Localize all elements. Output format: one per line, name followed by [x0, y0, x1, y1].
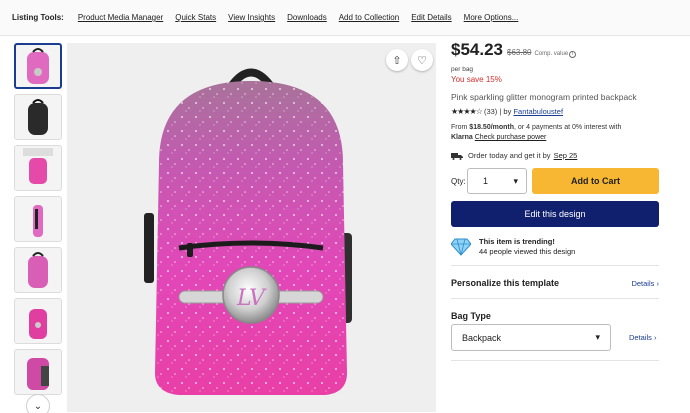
chevron-right-icon: › [654, 333, 657, 342]
price: $54.23 [451, 40, 503, 59]
compare-price: $63.80 [507, 48, 532, 57]
qty-label: Qty: [451, 176, 466, 186]
klarna-logo: Klarna [451, 134, 473, 141]
financing-info: From $18.50/month, or 4 payments at 0% i… [451, 124, 622, 141]
personalize-title: Personalize this template [451, 278, 560, 288]
personalize-details-link[interactable]: Details › [631, 279, 659, 288]
monthly-amount: $18.50/month [469, 124, 515, 131]
thumbnail-side[interactable] [14, 196, 62, 242]
seller-link[interactable]: Fantabuloustef [513, 107, 563, 116]
product-media-manager-link[interactable]: Product Media Manager [78, 13, 163, 22]
bag-type-select[interactable]: Backpack ▾ [451, 324, 611, 351]
caret-down-icon: ▾ [595, 332, 600, 342]
more-options-link[interactable]: More Options... [464, 13, 519, 22]
thumbnail-angle[interactable] [14, 247, 62, 293]
thumbnail-front[interactable] [14, 43, 62, 89]
thumbnail-lifestyle-1[interactable] [14, 145, 62, 191]
product-info-panel: $54.23 $63.80 Comp. value i per bag You s… [451, 40, 659, 361]
delivery-estimate: Order today and get it by Sep 25 [451, 151, 659, 160]
savings-label: You save 15% [451, 75, 502, 84]
trending-title: This item is trending! [479, 237, 555, 246]
bag-type-header: Bag Type [451, 311, 659, 321]
edit-details-link[interactable]: Edit Details [411, 13, 451, 22]
quick-stats-link[interactable]: Quick Stats [175, 13, 216, 22]
trending-notice: This item is trending! 44 people viewed … [451, 237, 575, 257]
quantity-row: Qty: 1 ▾ Add to Cart [451, 168, 659, 194]
by-prefix: | by [499, 107, 512, 116]
favorite-button[interactable]: ♡ [411, 49, 433, 71]
chevron-right-icon: › [656, 278, 660, 288]
thumbnail-lifestyle-2[interactable] [14, 298, 62, 344]
backpack-image: LV [144, 68, 352, 395]
monogram-text: LV [236, 286, 267, 311]
divider [451, 298, 659, 299]
divider [451, 360, 659, 361]
trending-subtitle: 44 people viewed this design [479, 247, 576, 256]
check-purchase-power-link[interactable]: Check purchase power [475, 134, 547, 141]
rating-row: ★★★★☆ (33) | by Fantabuloustef [451, 107, 659, 116]
thumbnail-lifestyle-3[interactable] [14, 349, 62, 395]
view-insights-link[interactable]: View Insights [228, 13, 275, 22]
share-icon: ⇧ [392, 54, 402, 67]
info-icon[interactable]: i [569, 51, 577, 58]
bag-type-title: Bag Type [451, 311, 491, 321]
share-button[interactable]: ⇧ [386, 49, 408, 71]
product-title: Pink sparkling glitter monogram printed … [451, 92, 637, 102]
thumbnail-strip [14, 43, 62, 400]
listing-tools-bar: Listing Tools: Product Media Manager Qui… [0, 0, 690, 36]
thumbnails-scroll-down-button[interactable]: ⌄ [26, 394, 50, 413]
delivery-date-link[interactable]: Sep 25 [554, 151, 578, 160]
edit-design-button[interactable]: Edit this design [451, 201, 659, 227]
main-product-image: LV ⇧ ♡ [67, 43, 436, 412]
add-to-cart-button[interactable]: Add to Cart [532, 168, 659, 194]
diamond-icon [451, 238, 471, 256]
truck-icon [451, 152, 463, 160]
add-to-collection-link[interactable]: Add to Collection [339, 13, 399, 22]
personalize-row[interactable]: Personalize this template Details › [451, 278, 659, 288]
review-count[interactable]: (33) [484, 107, 497, 116]
thumbnail-back[interactable] [14, 94, 62, 140]
downloads-link[interactable]: Downloads [287, 13, 327, 22]
chevron-down-icon: ⌄ [33, 400, 43, 412]
per-unit-label: per bag [451, 66, 474, 73]
divider [451, 265, 659, 266]
bag-type-details-link[interactable]: Details › [629, 333, 657, 342]
listing-tools-label: Listing Tools: [12, 13, 64, 22]
caret-down-icon: ▾ [513, 175, 518, 186]
compare-label: Comp. value i [534, 51, 577, 58]
quantity-select[interactable]: 1 ▾ [467, 168, 527, 194]
rating-stars-icon[interactable]: ★★★★☆ [451, 107, 483, 116]
heart-icon: ♡ [417, 54, 427, 67]
